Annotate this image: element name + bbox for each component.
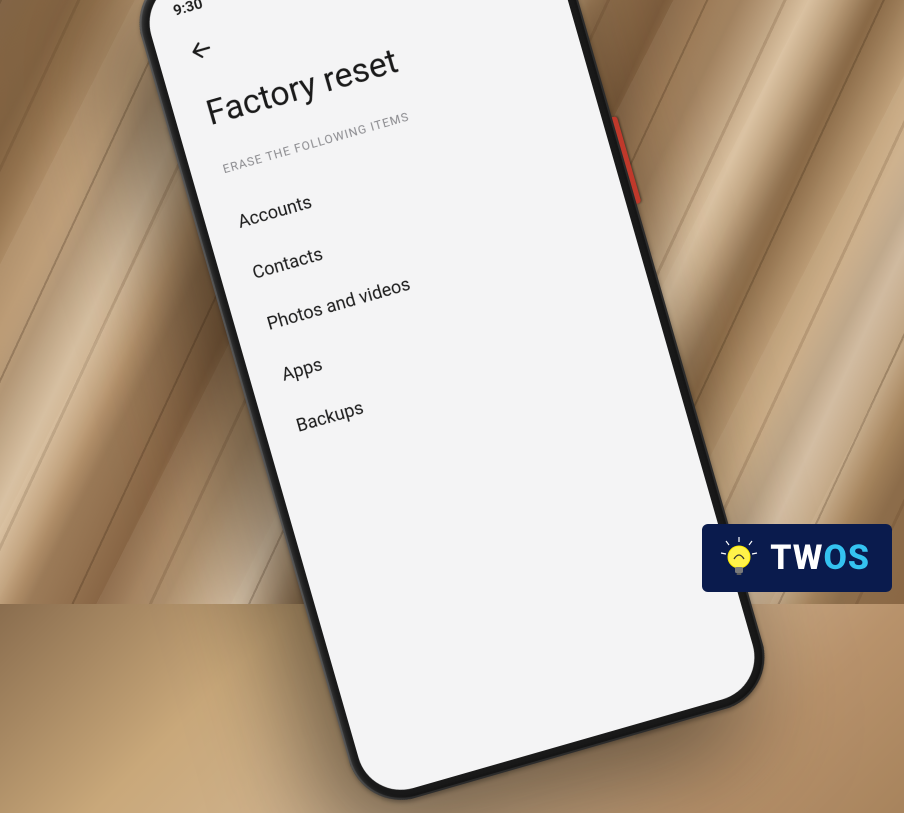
back-button[interactable] bbox=[184, 23, 233, 72]
back-arrow-icon bbox=[186, 35, 216, 65]
brand-text-first: TW bbox=[770, 538, 823, 578]
clock: 9:30 bbox=[171, 0, 205, 20]
page-title: Factory reset bbox=[202, 0, 546, 134]
watermark-badge: TWOS bbox=[702, 524, 892, 592]
lightbulb-icon bbox=[716, 535, 762, 581]
brand-text-second: OS bbox=[823, 538, 870, 578]
